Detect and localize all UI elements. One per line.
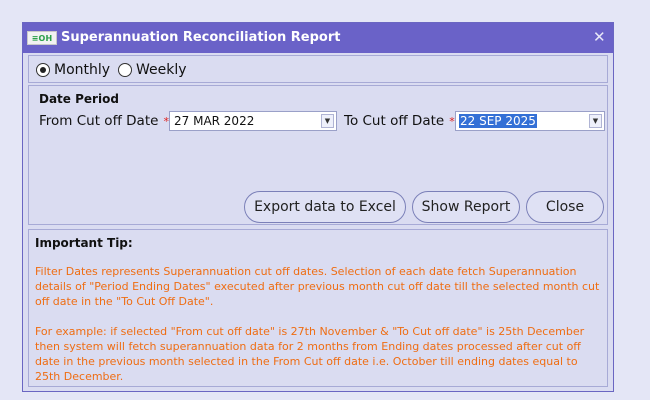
to-cutoff-value: 22 SEP 2025 xyxy=(459,114,537,128)
close-button[interactable]: Close xyxy=(526,191,604,223)
reconciliation-dialog: ≡OH Superannuation Reconciliation Report… xyxy=(22,22,614,392)
monthly-radio[interactable] xyxy=(36,63,50,77)
required-asterisk: * xyxy=(449,115,455,128)
export-excel-button[interactable]: Export data to Excel xyxy=(244,191,406,223)
title-bar: ≡OH Superannuation Reconciliation Report… xyxy=(23,23,613,53)
dialog-title: Superannuation Reconciliation Report xyxy=(61,30,341,45)
from-cutoff-label: From Cut off Date * xyxy=(39,113,169,129)
to-cutoff-label-text: To Cut off Date xyxy=(344,113,445,129)
date-period-heading: Date Period xyxy=(39,92,119,106)
chevron-down-icon[interactable]: ▼ xyxy=(589,114,602,128)
show-report-button[interactable]: Show Report xyxy=(412,191,520,223)
radio-selected-dot xyxy=(40,67,46,73)
tip-heading: Important Tip: xyxy=(35,236,133,250)
tip-paragraph-1: Filter Dates represents Superannuation c… xyxy=(35,265,600,308)
important-tip-panel: Important Tip: Filter Dates represents S… xyxy=(28,229,608,387)
app-logo-icon: ≡OH xyxy=(27,31,57,45)
weekly-label[interactable]: Weekly xyxy=(136,62,187,78)
from-cutoff-value: 27 MAR 2022 xyxy=(174,114,255,128)
from-cutoff-dropdown[interactable]: 27 MAR 2022 ▼ xyxy=(169,111,337,131)
tip-paragraph-2: For example: if selected "From cut off d… xyxy=(35,325,585,383)
to-cutoff-dropdown[interactable]: 22 SEP 2025 ▼ xyxy=(455,111,605,131)
to-cutoff-label: To Cut off Date * xyxy=(344,113,455,129)
close-icon[interactable]: ✕ xyxy=(593,28,606,46)
from-cutoff-label-text: From Cut off Date xyxy=(39,113,159,129)
weekly-radio[interactable] xyxy=(118,63,132,77)
chevron-down-icon[interactable]: ▼ xyxy=(321,114,334,128)
frequency-panel: Monthly Weekly xyxy=(28,55,608,83)
monthly-label[interactable]: Monthly xyxy=(54,62,110,78)
